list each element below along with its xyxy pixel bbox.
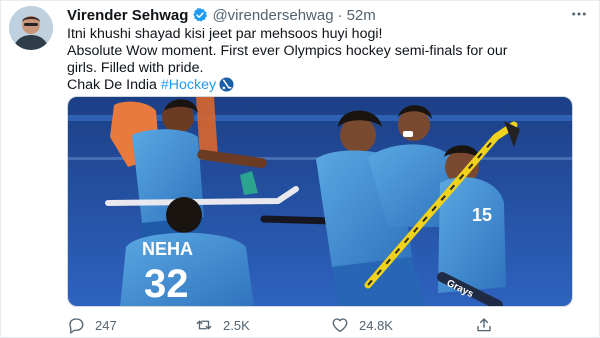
tweet-line-last: Chak De India #Hockey xyxy=(67,77,585,94)
avatar[interactable] xyxy=(9,6,53,50)
reply-button[interactable]: 247 xyxy=(67,314,117,336)
tweet-card: Virender Sehwag @virendersehwag · 52m It… xyxy=(0,0,600,338)
share-button[interactable] xyxy=(475,314,503,336)
tweet-line: Itni khushi shayad kisi jeet par mehsoos… xyxy=(67,26,383,42)
like-icon xyxy=(331,316,349,334)
tweet-time[interactable]: 52m xyxy=(347,7,376,24)
tweet-actions: 247 2.5K 24.8K xyxy=(67,314,497,336)
retweet-button[interactable]: 2.5K xyxy=(195,314,250,336)
tweet-line: Absolute Wow moment. First ever Olympics… xyxy=(67,43,508,59)
retweet-count: 2.5K xyxy=(223,317,250,333)
verified-badge-icon xyxy=(192,7,208,23)
author-name[interactable]: Virender Sehwag xyxy=(67,7,188,24)
tweet-header: Virender Sehwag @virendersehwag · 52m xyxy=(67,5,589,25)
jersey-number: 32 xyxy=(144,262,189,306)
header-separator: · xyxy=(337,6,343,24)
share-icon xyxy=(475,316,493,334)
hashtag-link[interactable]: #Hockey xyxy=(161,77,216,93)
reply-icon xyxy=(67,316,85,334)
tweet-line: girls. Filled with pride. xyxy=(67,60,204,76)
like-count: 24.8K xyxy=(359,317,393,333)
more-icon[interactable] xyxy=(567,3,591,25)
jersey-name: NEHA xyxy=(142,239,193,259)
jersey-number-15: 15 xyxy=(472,205,492,225)
hockey-emoji-icon xyxy=(219,77,234,92)
tweet-line: Chak De India xyxy=(67,77,161,93)
tweet-text: Itni khushi shayad kisi jeet par mehsoos… xyxy=(67,26,585,94)
tweet-photo[interactable]: NEHA 32 15 Grays xyxy=(67,96,573,307)
author-handle[interactable]: @virendersehwag xyxy=(212,7,333,24)
retweet-icon xyxy=(195,316,213,334)
like-button[interactable]: 24.8K xyxy=(331,314,393,336)
reply-count: 247 xyxy=(95,317,117,333)
